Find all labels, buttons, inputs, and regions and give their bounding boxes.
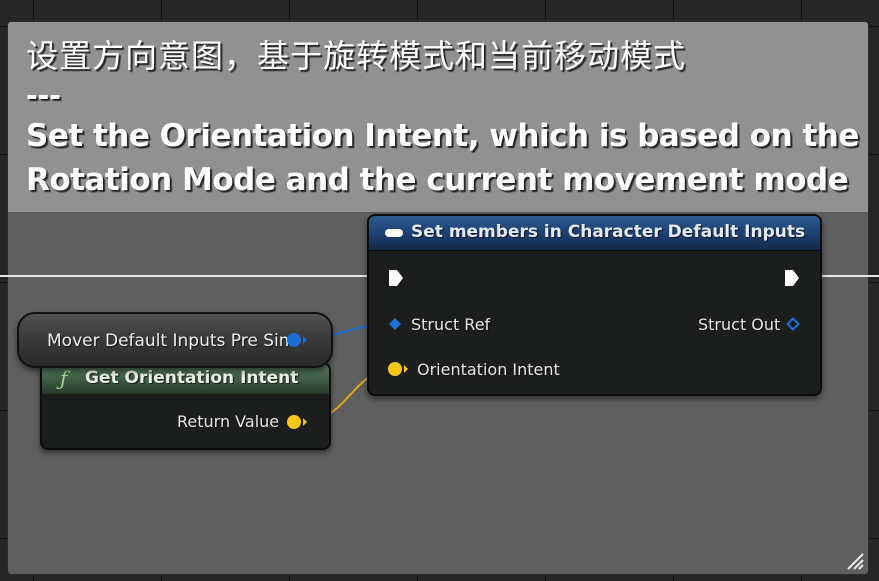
- struct-out-pin-icon[interactable]: [786, 317, 800, 331]
- return-value-label: Return Value: [177, 412, 280, 431]
- variable-output-pin-icon[interactable]: [285, 332, 309, 348]
- struct-out-label: Struct Out: [698, 315, 781, 334]
- set-members-node[interactable]: Set members in Character Default Inputs …: [367, 214, 822, 396]
- comment-line-english-1: Set the Orientation Intent, which is bas…: [26, 118, 859, 154]
- comment-line-separator: ---: [26, 79, 61, 112]
- comment-line-chinese: 设置方向意图，基于旋转模式和当前移动模式: [26, 37, 687, 75]
- function-icon: ƒ: [60, 366, 68, 390]
- resize-handle-icon[interactable]: [846, 552, 864, 570]
- struct-ref-pin-icon[interactable]: [388, 317, 402, 331]
- blueprint-graph-canvas[interactable]: 设置方向意图，基于旋转模式和当前移动模式 --- Set the Orienta…: [0, 0, 879, 581]
- comment-line-english-2: Rotation Mode and the current movement m…: [26, 162, 849, 198]
- get-orientation-intent-title: Get Orientation Intent: [85, 368, 299, 388]
- set-members-node-title: Set members in Character Default Inputs: [411, 222, 806, 242]
- struct-icon: [385, 229, 403, 237]
- mover-default-inputs-variable-node[interactable]: Mover Default Inputs Pre Sim: [17, 312, 333, 368]
- set-members-node-header[interactable]: Set members in Character Default Inputs: [369, 216, 820, 251]
- comment-header[interactable]: 设置方向意图，基于旋转模式和当前移动模式 --- Set the Orienta…: [8, 22, 868, 212]
- comment-text: 设置方向意图，基于旋转模式和当前移动模式 --- Set the Orienta…: [26, 34, 859, 202]
- return-value-pin-icon[interactable]: [285, 414, 309, 430]
- variable-label: Mover Default Inputs Pre Sim: [47, 331, 296, 351]
- orientation-intent-pin-icon[interactable]: [386, 361, 410, 377]
- exec-input-pin-icon[interactable]: [387, 268, 405, 288]
- orientation-intent-label: Orientation Intent: [417, 360, 560, 379]
- get-orientation-intent-header[interactable]: ƒ Get Orientation Intent: [42, 364, 329, 394]
- struct-ref-label: Struct Ref: [411, 315, 491, 334]
- get-orientation-intent-node[interactable]: ƒ Get Orientation Intent Return Value: [40, 362, 331, 450]
- exec-output-pin-icon[interactable]: [783, 268, 801, 288]
